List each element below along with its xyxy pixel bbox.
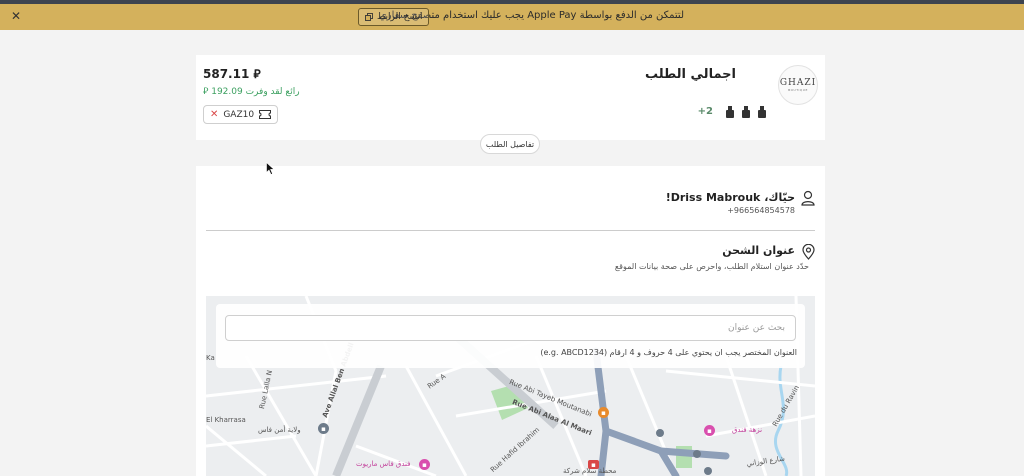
police-poi-icon[interactable]: ▪ (318, 423, 329, 434)
map-label: ولاية أمن فاس (258, 426, 301, 434)
copy-link-button[interactable]: انسخ الرابط (358, 8, 430, 26)
bus-stop-icon[interactable] (693, 450, 701, 458)
section-divider (206, 230, 815, 231)
hotel-poi-icon[interactable]: ▪ (704, 425, 715, 436)
saving-text: رائع لقد وفرت 192.09 ⃁ (203, 87, 300, 97)
bus-stop-icon[interactable] (656, 429, 664, 437)
user-icon (801, 190, 815, 206)
map-view[interactable]: Ave Allal Ben Abdell Rue Abi Tayeb Mouta… (206, 296, 815, 476)
station-poi-icon[interactable]: ▪ (588, 460, 599, 469)
order-summary-card: GHAZI BOUTIQUE اجمالي الطلب +2 587.11 ⃁ … (196, 55, 825, 140)
product-thumbnails[interactable] (725, 106, 767, 118)
customer-greeting: حيّاك، Driss Mabrouk! (665, 191, 795, 204)
food-poi-icon[interactable]: ▪ (598, 407, 609, 418)
customer-phone: +966564854578 (727, 206, 795, 215)
location-pin-icon (802, 244, 815, 260)
checkout-form-card: حيّاك، Driss Mabrouk! +966564854578 عنوا… (196, 166, 825, 476)
mouse-cursor-icon (266, 162, 275, 175)
product-thumb-icon (757, 106, 767, 118)
map-label: نزهة فندق (732, 426, 763, 434)
copy-link-label: انسخ الرابط (377, 12, 423, 22)
apple-pay-banner: لتتمكن من الدفع بواسطة Apple Pay يجب علي… (0, 4, 1024, 30)
short-address-hint: العنوان المختصر يجب ان يحتوي على 4 حروف … (540, 348, 797, 357)
store-logo: GHAZI BOUTIQUE (778, 65, 818, 105)
map-label: Ka (206, 354, 215, 362)
product-thumb-icon (741, 106, 751, 118)
order-total-price: 587.11 ⃁ (203, 67, 261, 81)
order-total-title: اجمالي الطلب (644, 67, 736, 82)
copy-icon (365, 13, 373, 21)
map-label: El Kharrasa (206, 416, 246, 424)
order-details-button[interactable]: تفاصيل الطلب (480, 134, 540, 154)
product-thumb-icon (725, 106, 735, 118)
shipping-subtitle: حدّد عنوان استلام الطلب، واحرص على صحة ب… (614, 262, 809, 271)
remove-coupon-icon[interactable]: ✕ (210, 109, 218, 120)
bus-stop-icon[interactable] (704, 467, 712, 475)
hotel-poi-icon[interactable]: ▪ (419, 459, 430, 470)
close-icon[interactable]: ✕ (11, 9, 21, 23)
coupon-code: GAZ10 (223, 109, 255, 120)
address-search-card: العنوان المختصر يجب ان يحتوي على 4 حروف … (216, 304, 805, 368)
address-search-input[interactable] (225, 315, 796, 341)
map-label: فندق فاس ماريوت (356, 460, 411, 468)
coupon-chip: ✕ GAZ10 (203, 105, 278, 124)
shipping-title: عنوان الشحن (722, 244, 795, 257)
ticket-icon (258, 110, 271, 119)
more-products-count[interactable]: +2 (698, 106, 713, 117)
